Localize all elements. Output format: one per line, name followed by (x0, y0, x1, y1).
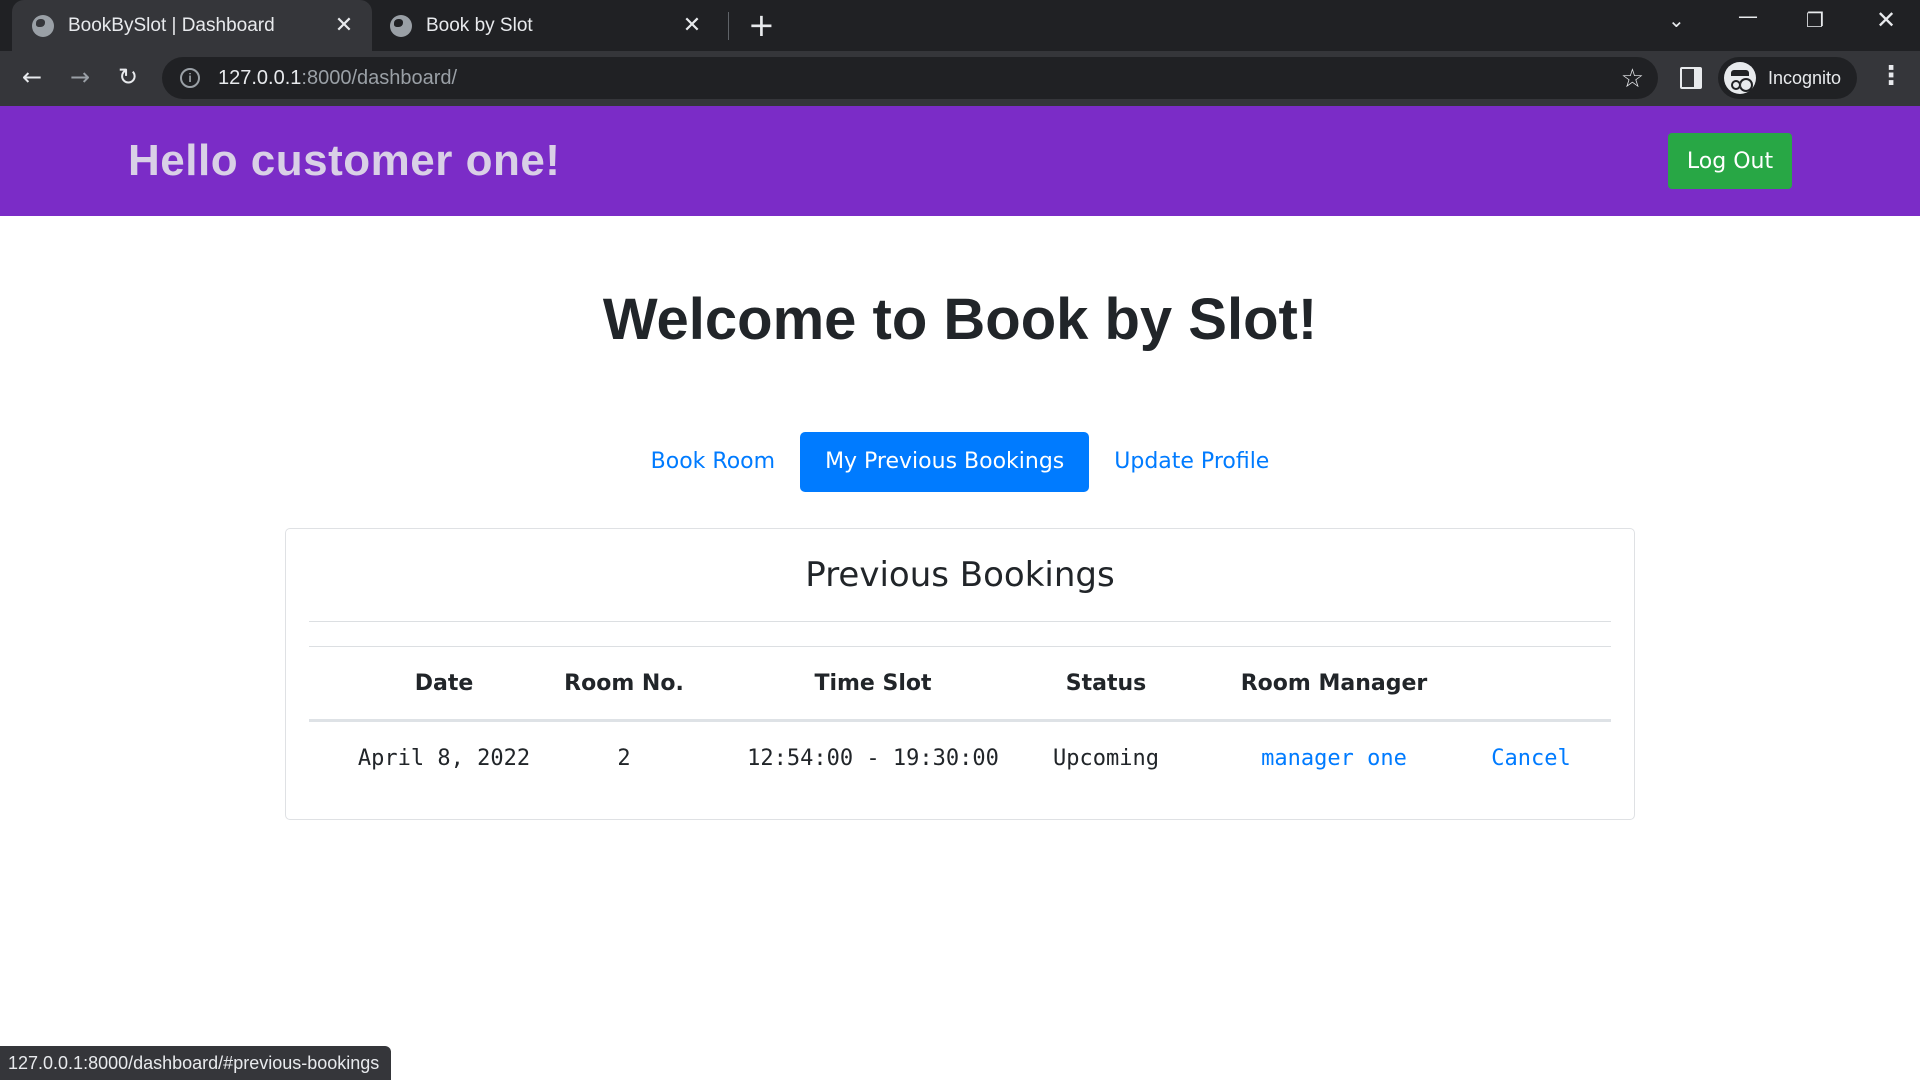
dashboard-tabs: Book Room My Previous Bookings Update Pr… (0, 432, 1920, 492)
booking-date: April 8, 2022 (357, 746, 531, 771)
column-header-time-slot: Time Slot (814, 671, 932, 696)
back-icon[interactable]: ← (16, 63, 48, 91)
close-tab-icon[interactable]: ✕ (332, 13, 356, 37)
address-bar[interactable]: i 127.0.0.1:8000/dashboard/ ☆ (162, 57, 1658, 99)
incognito-label: Incognito (1768, 67, 1842, 88)
tab-separator (728, 12, 729, 40)
incognito-icon (1724, 62, 1756, 94)
table-top-border (309, 646, 1611, 647)
url-path: :8000/dashboard/ (301, 66, 458, 89)
logout-button[interactable]: Log Out (1668, 133, 1792, 189)
side-panel-icon[interactable] (1680, 67, 1702, 89)
booking-time-slot: 12:54:00 - 19:30:00 (747, 746, 999, 771)
column-header-status: Status (1065, 671, 1147, 696)
browser-menu-icon[interactable]: ⋮ (1878, 61, 1904, 91)
card-title: Previous Bookings (805, 555, 1115, 595)
tab-search-icon[interactable]: ⌄ (1668, 8, 1685, 32)
browser-tab-dashboard[interactable]: BookBySlot | Dashboard ✕ (12, 0, 372, 51)
booking-status: Upcoming (1053, 746, 1159, 771)
reload-icon[interactable]: ↻ (112, 63, 144, 91)
browser-toolbar: ← → ↻ i 127.0.0.1:8000/dashboard/ ☆ Inco… (0, 51, 1920, 106)
url-host: 127.0.0.1 (218, 66, 302, 89)
browser-tab-book-by-slot[interactable]: Book by Slot ✕ (384, 0, 720, 51)
tab-book-room[interactable]: Book Room (626, 432, 800, 492)
greeting-heading: Hello customer one! (128, 136, 561, 185)
app-header: Hello customer one! Log Out (0, 106, 1920, 216)
previous-bookings-card: Previous Bookings Date Room No. Time Slo… (285, 528, 1635, 820)
column-header-room-manager: Room Manager (1240, 671, 1428, 696)
forward-icon[interactable]: → (64, 63, 96, 91)
minimize-icon[interactable]: — (1738, 4, 1758, 28)
site-info-icon[interactable]: i (180, 68, 200, 88)
booking-room-no: 2 (617, 746, 631, 771)
link-status-bar: 127.0.0.1:8000/dashboard/#previous-booki… (0, 1046, 392, 1080)
page-title: Welcome to Book by Slot! (602, 287, 1318, 352)
room-manager-link[interactable]: manager one (1209, 746, 1459, 771)
new-tab-icon[interactable]: + (748, 9, 775, 41)
restore-icon[interactable]: ❐ (1806, 8, 1824, 32)
bookmark-star-icon[interactable]: ☆ (1621, 63, 1644, 94)
tab-title: Book by Slot (426, 14, 533, 36)
table-header-border (309, 719, 1611, 722)
browser-chrome: BookBySlot | Dashboard ✕ Book by Slot ✕ … (0, 0, 1920, 106)
tab-update-profile[interactable]: Update Profile (1089, 432, 1294, 492)
column-header-room-no: Room No. (564, 671, 684, 696)
divider (309, 621, 1611, 622)
tab-my-previous-bookings[interactable]: My Previous Bookings (800, 432, 1090, 492)
close-tab-icon[interactable]: ✕ (680, 13, 704, 37)
incognito-profile-button[interactable]: Incognito (1718, 57, 1858, 99)
close-window-icon[interactable]: ✕ (1876, 6, 1896, 34)
tab-strip: BookBySlot | Dashboard ✕ Book by Slot ✕ … (0, 0, 1920, 51)
tab-title: BookBySlot | Dashboard (68, 14, 275, 36)
globe-icon (390, 14, 412, 37)
cancel-booking-link[interactable]: Cancel (1466, 746, 1596, 771)
column-header-date: Date (414, 671, 474, 696)
globe-icon (32, 14, 54, 37)
